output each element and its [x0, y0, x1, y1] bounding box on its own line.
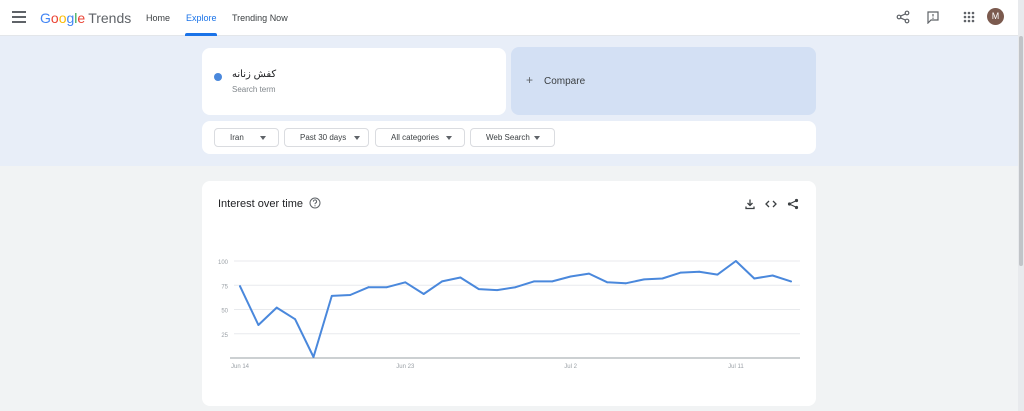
- region-value: Iran: [230, 133, 244, 142]
- data-point: [441, 280, 443, 283]
- google-trends-logo[interactable]: Google Trends: [40, 10, 131, 26]
- search-term-type: Search term: [232, 85, 276, 94]
- data-point: [735, 260, 737, 262]
- compare-label: Compare: [544, 76, 586, 87]
- data-point: [312, 356, 315, 358]
- data-point: [257, 324, 260, 326]
- data-point: [661, 277, 664, 280]
- data-point: [275, 306, 278, 309]
- x-tick-label: Jun 14: [231, 364, 250, 370]
- data-point: [477, 288, 480, 291]
- data-point: [643, 278, 645, 281]
- caret-down-icon: [354, 136, 360, 140]
- logo-product-name: Trends: [88, 10, 132, 26]
- search-term-card[interactable]: کفش زنانه Search term: [202, 48, 506, 115]
- time-range-dropdown[interactable]: Past 30 days: [284, 128, 369, 147]
- data-point: [532, 280, 535, 283]
- caret-down-icon: [534, 136, 540, 140]
- data-point: [753, 277, 756, 280]
- search-type-value: Web Search: [486, 133, 530, 142]
- apps-icon[interactable]: [962, 10, 976, 24]
- data-point: [239, 285, 241, 288]
- data-point: [588, 272, 590, 275]
- logo-letter: e: [77, 10, 86, 26]
- x-tick-label: Jul 11: [728, 364, 744, 370]
- category-dropdown[interactable]: All categories: [375, 128, 465, 147]
- share-icon[interactable]: [896, 10, 910, 24]
- data-point: [367, 286, 370, 289]
- y-tick-label: 25: [221, 333, 228, 339]
- interest-over-time-card: Interest over time 100 75 50 25 Jun 14 Jun 23…: [202, 181, 816, 406]
- x-tick-label: Jul 2: [564, 364, 577, 370]
- y-tick-label: 100: [218, 260, 229, 266]
- data-point: [514, 286, 517, 289]
- account-avatar[interactable]: M: [987, 8, 1004, 25]
- y-tick-label: 50: [221, 309, 228, 315]
- data-point: [496, 289, 499, 291]
- data-point: [679, 271, 682, 274]
- logo-letter: o: [50, 10, 59, 26]
- logo-letter: G: [40, 10, 51, 26]
- y-tick-label: 75: [221, 284, 228, 290]
- data-point: [294, 318, 296, 321]
- data-point: [624, 282, 627, 285]
- data-point: [698, 270, 701, 273]
- data-point: [422, 293, 425, 295]
- data-point: [569, 275, 572, 278]
- region-dropdown[interactable]: Iran: [214, 128, 279, 147]
- term-color-dot: [214, 73, 222, 81]
- time-range-value: Past 30 days: [300, 133, 347, 142]
- data-point: [386, 286, 388, 289]
- feedback-icon[interactable]: [926, 10, 940, 24]
- data-point: [771, 274, 774, 277]
- data-point: [330, 295, 333, 297]
- plus-icon: +: [526, 73, 534, 87]
- data-point: [459, 276, 462, 279]
- top-app-bar: Google Trends Home Explore Trending Now M: [0, 0, 1018, 36]
- menu-icon[interactable]: [12, 11, 26, 23]
- compare-button[interactable]: + Compare: [511, 47, 816, 115]
- data-point: [349, 294, 352, 296]
- caret-down-icon: [446, 136, 452, 140]
- nav-home[interactable]: Home: [146, 13, 170, 23]
- scrollbar-thumb[interactable]: [1019, 36, 1023, 266]
- interest-line-chart: 100 75 50 25 Jun 14 Jun 23 Jul 2 Jul 11: [218, 260, 800, 370]
- search-type-dropdown[interactable]: Web Search: [470, 128, 555, 147]
- caret-down-icon: [260, 136, 266, 140]
- search-term-text[interactable]: کفش زنانه: [232, 69, 276, 80]
- x-tick-label: Jun 23: [396, 364, 415, 370]
- data-point: [606, 281, 609, 284]
- nav-trending-now[interactable]: Trending Now: [232, 13, 288, 23]
- data-point: [716, 273, 719, 276]
- data-point: [551, 280, 554, 283]
- category-value: All categories: [391, 133, 440, 142]
- nav-explore[interactable]: Explore: [186, 13, 217, 23]
- data-point: [404, 281, 407, 284]
- filter-bar: Iran Past 30 days All categories Web Sea…: [202, 121, 816, 154]
- data-point: [790, 280, 792, 283]
